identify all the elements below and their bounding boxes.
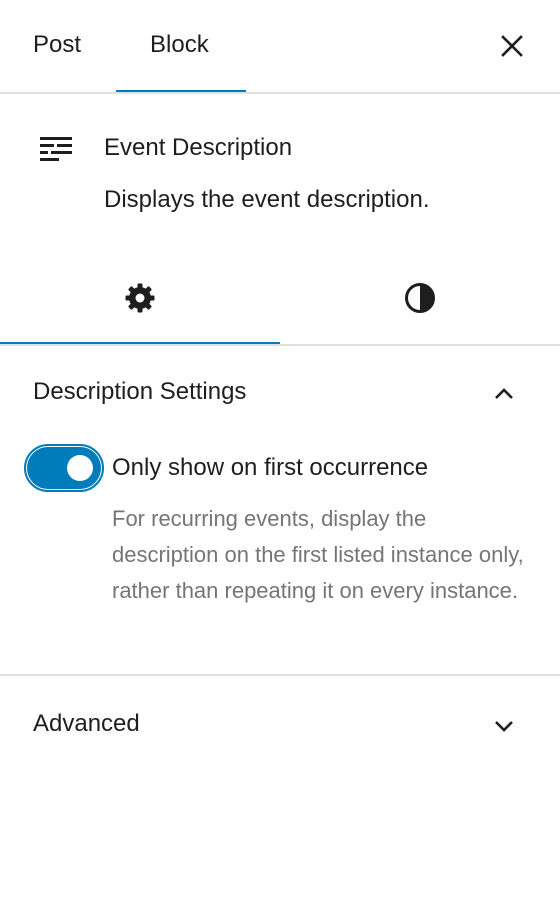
toggle-knob [67, 455, 93, 481]
toggle-help-text: For recurring events, display the descri… [112, 506, 524, 603]
active-inspector-tab-indicator [0, 342, 280, 344]
gear-icon [125, 283, 155, 313]
text-lines-icon [40, 137, 72, 161]
chevron-up-icon[interactable] [490, 380, 518, 408]
description-settings-panel: Description Settings Only show on first … [0, 346, 560, 676]
inspector-tabs [0, 250, 560, 346]
half-circle-styles-icon [405, 283, 435, 313]
first-occurrence-toggle[interactable] [24, 444, 104, 492]
block-description: Displays the event description. [104, 186, 430, 213]
toggle-label[interactable]: Only show on first occurrence [112, 454, 428, 482]
block-title: Event Description [104, 134, 293, 161]
tab-styles[interactable] [280, 250, 560, 344]
panel-title-advanced[interactable]: Advanced [33, 710, 140, 738]
panel-title-description-settings[interactable]: Description Settings [33, 378, 246, 406]
sidebar-header: Post Block [0, 0, 560, 94]
tab-settings[interactable] [0, 250, 280, 344]
close-icon [501, 35, 523, 57]
close-button[interactable] [492, 26, 532, 66]
block-card: Event Description Displays the event des… [0, 94, 560, 244]
tab-post[interactable]: Post [33, 0, 81, 92]
tab-block[interactable]: Block [150, 0, 209, 92]
chevron-down-icon[interactable] [490, 712, 518, 740]
advanced-panel: Advanced [0, 676, 560, 776]
active-tab-indicator [116, 90, 246, 92]
